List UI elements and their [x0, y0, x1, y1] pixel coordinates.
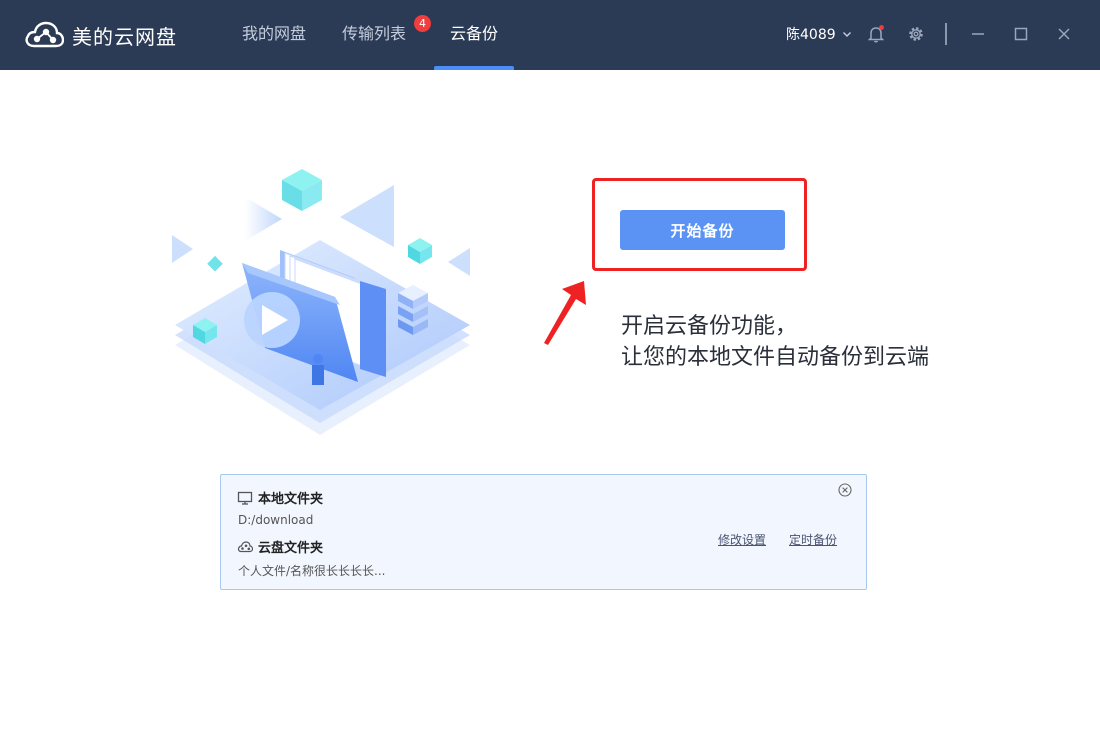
modify-settings-link[interactable]: 修改设置	[718, 531, 766, 548]
brand: 美的云网盘	[24, 18, 177, 52]
close-circle-icon[interactable]	[837, 482, 853, 498]
maximize-button[interactable]	[1009, 22, 1033, 46]
cloud-logo-icon	[25, 21, 64, 48]
cloud-folder-path: 个人文件/名称很长长长长...	[238, 564, 386, 578]
settings-button[interactable]	[904, 22, 928, 46]
tab-cloud-backup[interactable]: 云备份	[450, 0, 498, 70]
intro-line-2: 让您的本地文件自动备份到云端	[621, 345, 930, 370]
maximize-icon	[1014, 27, 1028, 41]
intro-line-1: 开启云备份功能，	[621, 314, 798, 339]
gear-icon	[909, 27, 923, 41]
app-name: 美的云网盘	[72, 24, 177, 49]
local-folder-title: 本地文件夹	[237, 488, 323, 507]
notification-button[interactable]	[864, 22, 888, 46]
monitor-icon	[237, 491, 253, 505]
cloud-folder-label: 云盘文件夹	[258, 541, 324, 556]
tab-transfer-list[interactable]: 传输列表	[342, 0, 406, 70]
active-tab-indicator	[434, 66, 514, 70]
tab-my-drive[interactable]: 我的网盘	[242, 0, 306, 70]
start-backup-button[interactable]: 开始备份	[620, 210, 785, 250]
chevron-down-icon	[842, 32, 851, 37]
user-name: 陈4089	[786, 27, 836, 43]
backup-info-card: 本地文件夹 D:/download 云盘文件夹 个人文件/名称很长长长长... …	[220, 474, 867, 590]
user-menu[interactable]: 陈4089	[786, 24, 852, 44]
local-folder-label: 本地文件夹	[258, 492, 324, 507]
toolbar-divider	[945, 23, 947, 45]
local-folder-path: D:/download	[238, 513, 314, 527]
minimize-icon	[972, 33, 984, 35]
cloud-folder-title: 云盘文件夹	[237, 537, 323, 556]
cloud-folder-icon	[237, 540, 253, 552]
close-button[interactable]	[1052, 22, 1076, 46]
close-icon	[1058, 28, 1070, 40]
title-bar: 美的云网盘 我的网盘 传输列表 4 云备份 陈4089	[0, 0, 1100, 70]
annotation-arrow-icon	[544, 281, 586, 345]
minimize-button[interactable]	[966, 22, 990, 46]
backup-intro: 开启云备份功能， 让您的本地文件自动备份到云端	[621, 311, 929, 373]
backup-illustration	[172, 169, 470, 435]
bell-icon	[867, 25, 885, 43]
scheduled-backup-link[interactable]: 定时备份	[789, 531, 837, 548]
transfer-count-badge: 4	[414, 15, 431, 32]
